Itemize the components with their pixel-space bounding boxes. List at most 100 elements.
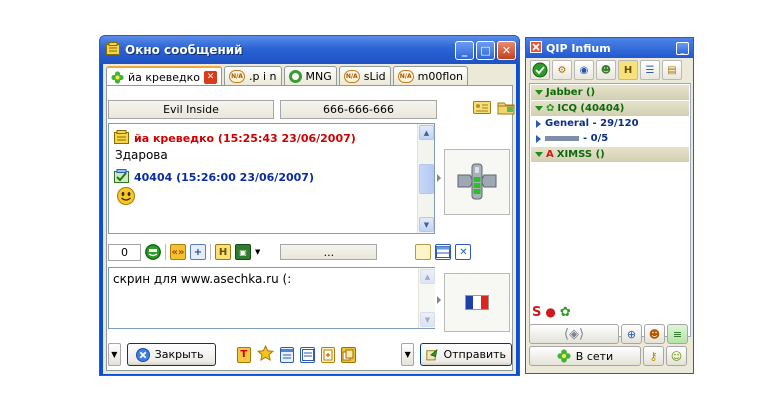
group-jabber[interactable]: Jabber () [531, 85, 689, 100]
find-contact-button[interactable]: ⊕ [621, 324, 642, 344]
multi-send-icon[interactable] [341, 346, 356, 363]
close-options-dropdown[interactable]: ▼ [108, 343, 121, 366]
maximize-button[interactable]: □ [476, 40, 495, 60]
smiley-icon [114, 186, 412, 209]
tab-label: .p i n [249, 69, 277, 83]
vcard-icon[interactable] [473, 100, 491, 118]
close-button[interactable]: Закрыть [126, 343, 216, 366]
qip-logo-icon: ⟨◈⟩ [563, 326, 585, 342]
collapse-arrow-icon [536, 134, 541, 143]
users-button[interactable]: ☻ [644, 324, 665, 344]
input-scrollbar[interactable]: ▲ ▼ [418, 268, 435, 328]
na-status-icon: N/A [343, 69, 360, 83]
group-icq[interactable]: ✿ ICQ (40404) [531, 101, 689, 116]
send-options-dropdown[interactable]: ▼ [401, 343, 414, 366]
tab-pin[interactable]: N/A .p i n [224, 66, 282, 85]
contact-avatar [444, 149, 510, 215]
contacts-icon[interactable]: ☻ [596, 60, 616, 80]
contact-list[interactable]: Jabber () ✿ ICQ (40404) General - 29/120… [529, 83, 691, 337]
scroll-down-button[interactable]: ▼ [419, 217, 434, 232]
user-info-icon[interactable] [300, 346, 315, 363]
toggle-panel-icon: ≡ [672, 327, 683, 341]
subgroup-general[interactable]: General - 29/120 [530, 116, 690, 131]
scroll-down-button[interactable]: ▼ [420, 312, 435, 327]
subgroup-label: General - 29/120 [545, 118, 639, 129]
s-icon[interactable]: S [532, 305, 541, 320]
subgroup-hidden[interactable]: - 0/5 [530, 131, 690, 146]
star-icon[interactable] [256, 344, 275, 365]
tab-label: m00flon [417, 69, 464, 83]
close-panel-icon[interactable]: ✕ [455, 244, 472, 260]
tab-label: MNG [305, 69, 332, 83]
minimize-icon: _ [461, 43, 468, 57]
pin-icon[interactable]: ● [545, 305, 555, 319]
search-icon[interactable]: ◉ [574, 60, 594, 80]
main-menu-button[interactable]: ⟨◈⟩ [529, 324, 619, 344]
flower-online-icon [557, 349, 571, 363]
qip-logo-icon [457, 163, 497, 200]
qip-bottom-panel: S ● ✿ ⟨◈⟩ ⊕ ☻ ≡ В сети ⚷ ☺ [529, 302, 691, 366]
close-window-button[interactable]: ✕ [497, 40, 516, 60]
send-button[interactable]: Отправить [420, 343, 512, 366]
contact-list-icon[interactable] [279, 346, 295, 363]
tab-mng[interactable]: MNG [283, 66, 337, 85]
tab-krevedko[interactable]: йа креведко ✕ [106, 66, 223, 86]
qip-titlebar[interactable]: QIP Infium _ [526, 38, 693, 58]
message-input[interactable]: скрин для www.asechka.ru (: [108, 267, 435, 329]
mood-button[interactable]: ☺ [666, 346, 687, 366]
message-header: йа креведко (15:25:43 23/06/2007) [134, 131, 356, 145]
message-window-titlebar[interactable]: Окно сообщений _ □ ✕ [100, 36, 519, 64]
expand-arrow-icon [535, 90, 543, 95]
avatar-expand-arrow-icon[interactable] [437, 174, 441, 182]
message-header: 40404 (15:26:00 23/06/2007) [134, 170, 314, 184]
status-button[interactable]: В сети [529, 346, 641, 366]
language-indicator[interactable] [444, 273, 510, 332]
text-format-icon[interactable]: T [236, 346, 251, 363]
split-view-icon[interactable] [435, 244, 452, 260]
message-counter: 0 [108, 243, 141, 261]
privacy-button[interactable]: ⚷ [643, 346, 664, 366]
qip-minimize-button[interactable]: _ [676, 41, 689, 55]
quote-icon[interactable]: «» [170, 244, 186, 260]
users-icon: ☻ [648, 327, 661, 341]
group-label: ICQ (40404) [557, 103, 625, 114]
ring-status-icon [288, 69, 302, 83]
close-icon: ✕ [501, 43, 512, 57]
maximize-icon: □ [480, 43, 491, 57]
scroll-up-button[interactable]: ▲ [419, 125, 434, 140]
chat-scrollbar[interactable]: ▲ ▼ [417, 124, 434, 233]
insert-smiley-icon[interactable] [145, 244, 161, 260]
save-dropdown-icon[interactable]: ▼ [255, 248, 260, 256]
list-view-icon[interactable]: ☰ [640, 60, 660, 80]
outgoing-message-icon [114, 168, 129, 186]
subgroup-label: - 0/5 [583, 133, 609, 144]
flower-online-icon [111, 70, 124, 84]
qip-title: QIP Infium [546, 41, 611, 55]
flower-icon[interactable]: ✿ [560, 305, 571, 320]
file-transfer-icon[interactable] [320, 346, 336, 363]
message-window: Окно сообщений _ □ ✕ йа креведко ✕ N/A .… [99, 35, 520, 376]
status-text-field[interactable]: ... [280, 244, 378, 260]
language-expand-arrow-icon[interactable] [437, 296, 441, 304]
save-icon[interactable]: ▣ [235, 244, 251, 260]
history-icon[interactable]: H [215, 244, 231, 260]
close-tab-icon[interactable]: ✕ [204, 70, 218, 84]
group-ximss[interactable]: A XIMSS () [531, 147, 689, 162]
minimize-button[interactable]: _ [455, 40, 474, 60]
contact-nick-field: Evil Inside [108, 99, 274, 119]
status-online-icon[interactable] [530, 60, 550, 80]
insert-text-icon[interactable]: + [190, 244, 206, 260]
note-icon[interactable] [415, 244, 432, 260]
qip-close-icon[interactable] [530, 40, 542, 56]
tab-slid[interactable]: N/A sLid [338, 66, 391, 85]
settings-icon[interactable]: ⚙ [552, 60, 572, 80]
toggle-panel-button[interactable]: ≡ [667, 324, 688, 344]
folder-icon[interactable] [497, 100, 515, 118]
scroll-thumb[interactable] [419, 164, 434, 194]
clipboard-icon[interactable]: ▤ [662, 60, 682, 80]
history-icon[interactable]: H [618, 60, 638, 80]
chat-history[interactable]: йа креведко (15:25:43 23/06/2007) Здаров… [108, 123, 435, 234]
tab-m00flon[interactable]: N/A m00flon [392, 66, 469, 85]
scroll-up-button[interactable]: ▲ [420, 269, 435, 284]
incoming-message-icon [114, 129, 129, 147]
